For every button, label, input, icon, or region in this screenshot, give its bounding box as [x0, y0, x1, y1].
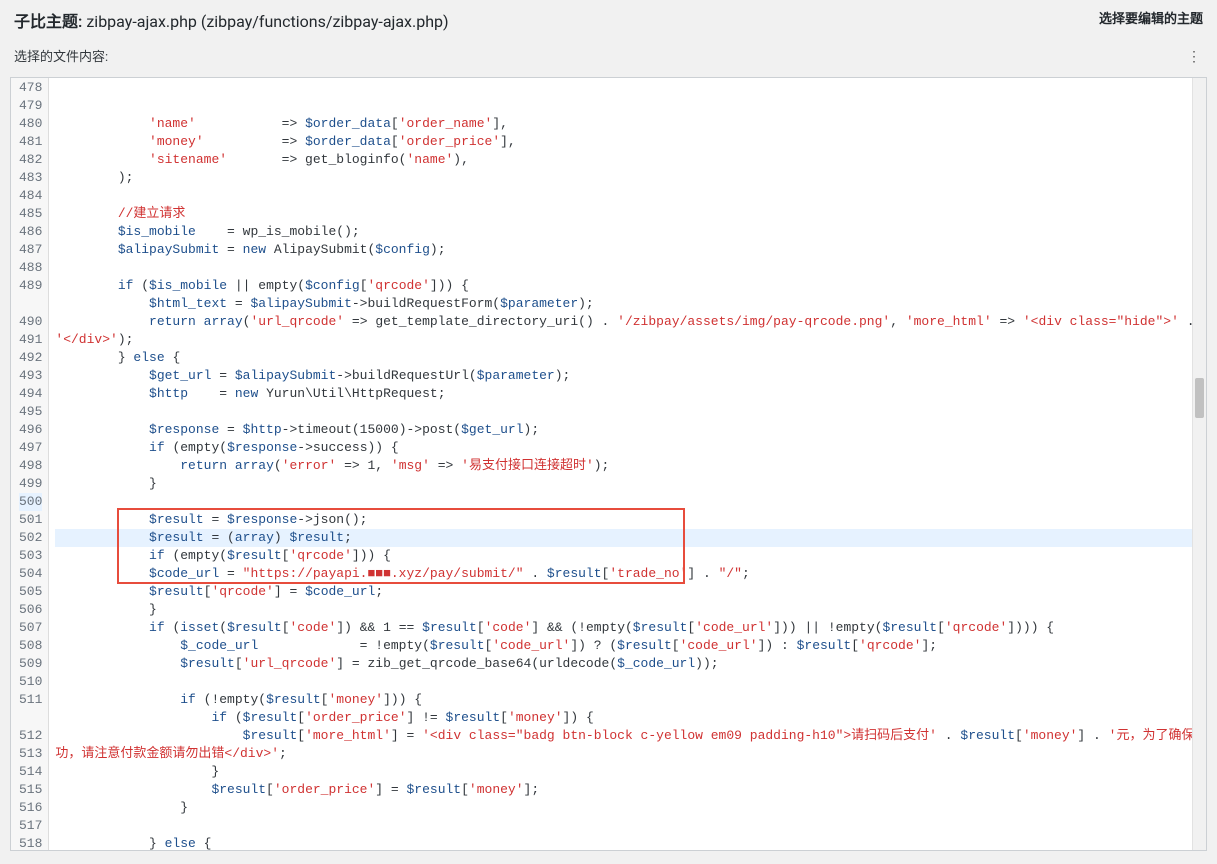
settings-icon[interactable]: ⋮: [1187, 49, 1201, 65]
file-name: zibpay-ajax.php (zibpay/functions/zibpay…: [86, 12, 448, 31]
theme-name: 子比主题: [14, 12, 78, 31]
vertical-scrollbar-track[interactable]: [1192, 78, 1206, 850]
code-area[interactable]: 'name' => $order_data['order_name'], 'mo…: [49, 78, 1206, 850]
file-content-label: 选择的文件内容:: [14, 46, 108, 65]
select-theme-label: 选择要编辑的主题: [1099, 8, 1203, 27]
file-path-title: 子比主题: zibpay-ajax.php (zibpay/functions/…: [14, 8, 449, 32]
line-number-gutter: 4784794804814824834844854864874884894904…: [11, 78, 49, 850]
code-editor[interactable]: 4784794804814824834844854864874884894904…: [10, 77, 1207, 851]
editor-page: 子比主题: zibpay-ajax.php (zibpay/functions/…: [0, 0, 1217, 864]
header: 子比主题: zibpay-ajax.php (zibpay/functions/…: [0, 0, 1217, 71]
vertical-scrollbar-thumb[interactable]: [1195, 378, 1204, 418]
